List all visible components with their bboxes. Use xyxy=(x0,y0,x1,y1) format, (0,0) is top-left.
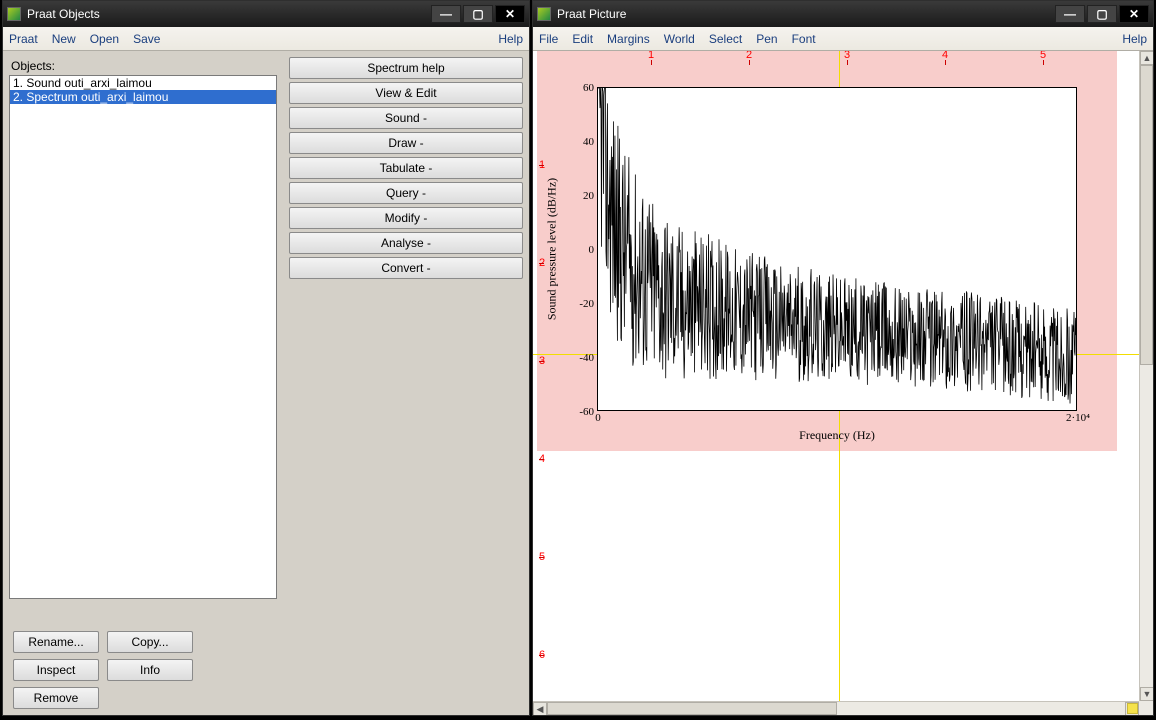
objects-menubar: Praat New Open Save Help xyxy=(3,27,529,51)
scroll-down-button[interactable]: ▼ xyxy=(1140,687,1153,701)
objects-titlebar[interactable]: Praat Objects — ▢ ✕ xyxy=(3,1,529,27)
x-tick-label: 2·10⁴ xyxy=(1066,410,1090,424)
vertical-scrollbar[interactable]: ▲ ▼ xyxy=(1139,51,1153,701)
inspect-button[interactable]: Inspect xyxy=(13,659,99,681)
menu-edit[interactable]: Edit xyxy=(572,32,593,46)
y-tick-label: 0 xyxy=(589,244,599,256)
spectrum-trace xyxy=(598,88,1076,410)
picture-canvas[interactable]: 12345 123456 Sound pressure level (dB/Hz… xyxy=(533,51,1139,701)
action-button[interactable]: Analyse - xyxy=(289,232,523,254)
minimize-button[interactable]: — xyxy=(1055,5,1085,23)
action-button[interactable]: Sound - xyxy=(289,107,523,129)
resize-handle[interactable] xyxy=(1127,703,1138,714)
scroll-left-button[interactable]: ◀ xyxy=(533,702,547,715)
app-icon xyxy=(537,7,551,21)
praat-objects-window: Praat Objects — ▢ ✕ Praat New Open Save … xyxy=(2,0,530,716)
menu-margins[interactable]: Margins xyxy=(607,32,650,46)
vscroll-thumb[interactable] xyxy=(1140,65,1153,365)
app-icon xyxy=(7,7,21,21)
maximize-button[interactable]: ▢ xyxy=(1087,5,1117,23)
menu-world[interactable]: World xyxy=(664,32,695,46)
action-button[interactable]: Draw - xyxy=(289,132,523,154)
x-tick-label: 0 xyxy=(595,410,601,424)
action-button[interactable]: View & Edit xyxy=(289,82,523,104)
action-button[interactable]: Modify - xyxy=(289,207,523,229)
scrollbar-corner xyxy=(1139,701,1153,715)
picture-menubar: File Edit Margins World Select Pen Font … xyxy=(533,27,1153,51)
menu-save[interactable]: Save xyxy=(133,32,160,46)
object-item[interactable]: 2. Spectrum outi_arxi_laimou xyxy=(10,90,276,104)
menu-new[interactable]: New xyxy=(52,32,76,46)
maximize-button[interactable]: ▢ xyxy=(463,5,493,23)
object-item[interactable]: 1. Sound outi_arxi_laimou xyxy=(10,76,276,90)
objects-body: Objects: 1. Sound outi_arxi_laimou2. Spe… xyxy=(3,51,529,715)
menu-select[interactable]: Select xyxy=(709,32,742,46)
menu-open[interactable]: Open xyxy=(90,32,119,46)
action-column: Spectrum help View & Edit Sound - Draw - Tab… xyxy=(289,55,523,279)
spectrum-plot: Sound pressure level (dB/Hz) Frequency (… xyxy=(597,87,1077,411)
action-button[interactable]: Spectrum help xyxy=(289,57,523,79)
action-button[interactable]: Query - xyxy=(289,182,523,204)
y-axis-label: Sound pressure level (dB/Hz) xyxy=(545,178,560,320)
menu-file[interactable]: File xyxy=(539,32,558,46)
picture-titlebar[interactable]: Praat Picture — ▢ ✕ xyxy=(533,1,1153,27)
minimize-button[interactable]: — xyxy=(431,5,461,23)
remove-button[interactable]: Remove xyxy=(13,687,99,709)
y-tick-label: -20 xyxy=(579,298,598,310)
objects-window-title: Praat Objects xyxy=(27,7,431,21)
y-tick-label: 20 xyxy=(583,190,598,202)
rename-button[interactable]: Rename... xyxy=(13,631,99,653)
menu-pen[interactable]: Pen xyxy=(756,32,777,46)
bottom-buttons: Rename... Copy... Inspect Info Remove xyxy=(13,631,193,709)
menu-help-picture[interactable]: Help xyxy=(1122,32,1147,46)
picture-body: 12345 123456 Sound pressure level (dB/Hz… xyxy=(533,51,1153,715)
scroll-up-button[interactable]: ▲ xyxy=(1140,51,1153,65)
praat-picture-window: Praat Picture — ▢ ✕ File Edit Margins Wo… xyxy=(532,0,1154,716)
horizontal-scrollbar[interactable]: ◀ ▶ xyxy=(533,701,1139,715)
info-button[interactable]: Info xyxy=(107,659,193,681)
ruler-left: 123456 xyxy=(537,63,551,701)
hscroll-thumb[interactable] xyxy=(547,702,837,715)
y-tick-label: 60 xyxy=(583,82,598,94)
action-button[interactable]: Tabulate - xyxy=(289,157,523,179)
y-tick-label: 40 xyxy=(583,136,598,148)
objects-list[interactable]: 1. Sound outi_arxi_laimou2. Spectrum out… xyxy=(9,75,277,599)
action-button[interactable]: Convert - xyxy=(289,257,523,279)
close-button[interactable]: ✕ xyxy=(1119,5,1149,23)
menu-font[interactable]: Font xyxy=(792,32,816,46)
x-axis-label: Frequency (Hz) xyxy=(799,428,875,443)
y-tick-label: -40 xyxy=(579,352,598,364)
close-button[interactable]: ✕ xyxy=(495,5,525,23)
picture-window-title: Praat Picture xyxy=(557,7,1055,21)
menu-praat[interactable]: Praat xyxy=(9,32,38,46)
menu-help-objects[interactable]: Help xyxy=(498,32,523,46)
ruler-top: 12345 xyxy=(533,51,1139,65)
copy-button[interactable]: Copy... xyxy=(107,631,193,653)
